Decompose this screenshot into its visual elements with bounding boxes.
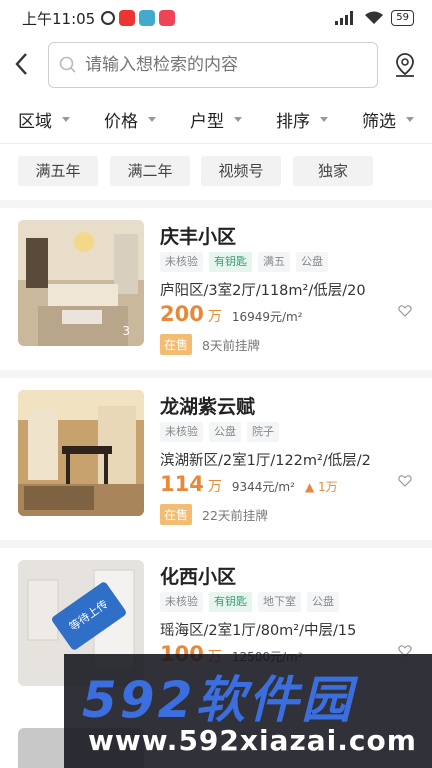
caret-down-icon — [148, 116, 156, 122]
cellular-signal-icon — [335, 11, 354, 25]
price-unit: 万 — [207, 309, 222, 325]
watermark-banner: 592软件园 www.592xiazai.com — [64, 654, 432, 768]
status-line: 在售 8天前挂牌 — [160, 334, 260, 355]
filter-more[interactable]: 筛选 — [362, 102, 414, 136]
status-bar: 上午11:05 59 — [0, 0, 432, 36]
divider — [0, 143, 432, 144]
chip-public: 公盘 — [307, 592, 339, 612]
listed-time: 22天前挂牌 — [202, 508, 268, 523]
search-box[interactable] — [48, 42, 378, 88]
listing-title: 龙湖紫云赋 — [160, 396, 256, 418]
watermark-url: www.592xiazai.com — [88, 724, 417, 757]
price-unit: 万 — [207, 479, 222, 495]
app-notification-icon — [139, 10, 156, 26]
filter-layout[interactable]: 户型 — [190, 102, 242, 136]
caret-down-icon — [320, 116, 328, 122]
caret-down-icon — [406, 116, 414, 122]
filter-label: 价格 — [104, 111, 138, 132]
listed-time: 8天前挂牌 — [202, 338, 260, 353]
total-price: 200 — [160, 302, 204, 326]
chip-unverified: 未核验 — [160, 422, 203, 442]
app-notification-icon — [159, 10, 176, 26]
listing-info: 瑶海区/2室1厅/80m²/中层/15 — [160, 623, 357, 639]
watermark-brand: 592软件园 — [82, 671, 355, 729]
filter-sort[interactable]: 排序 — [276, 102, 328, 136]
total-price: 114 — [160, 472, 204, 496]
filter-label: 区域 — [18, 111, 52, 132]
favorite-heart-icon[interactable] — [398, 304, 412, 318]
status-time: 上午11:05 — [22, 9, 96, 28]
unit-price: 16949元/m² — [231, 310, 303, 324]
app-notification-icon — [119, 10, 136, 26]
chip-five-years: 满五 — [258, 252, 290, 272]
search-input[interactable] — [85, 55, 355, 75]
back-icon[interactable] — [12, 50, 40, 80]
listing-chips: 未核验 公盘 院子 — [160, 422, 279, 442]
listing-info: 庐阳区/3室2厅/118m²/低层/20 — [160, 283, 366, 299]
unit-price: 9344元/m² — [231, 480, 295, 494]
listing-title: 庆丰小区 — [160, 226, 237, 248]
on-sale-badge: 在售 — [160, 334, 193, 355]
status-line: 在售 22天前挂牌 — [160, 504, 268, 525]
caret-down-icon — [62, 116, 70, 122]
filter-area[interactable]: 区域 — [18, 102, 70, 136]
chip-public: 公盘 — [296, 252, 328, 272]
section-separator — [0, 540, 432, 548]
filter-bar: 区域 价格 户型 排序 筛选 — [0, 102, 432, 136]
wifi-icon — [365, 11, 384, 24]
caret-down-icon — [234, 116, 242, 122]
tag-five-years[interactable]: 满五年 — [18, 156, 98, 186]
section-separator — [0, 200, 432, 208]
section-separator — [0, 370, 432, 378]
price-line: 114 万 9344元/m² ▲ 1万 — [160, 472, 338, 496]
chip-unverified: 未核验 — [160, 592, 203, 612]
search-header — [0, 40, 432, 90]
listing-info: 滨湖新区/2室1厅/122m²/低层/2 — [160, 453, 371, 469]
filter-label: 户型 — [190, 111, 224, 132]
tag-video[interactable]: 视频号 — [201, 156, 281, 186]
photo-count: 3 — [122, 324, 130, 338]
tag-exclusive[interactable]: 独家 — [293, 156, 373, 186]
listing-chips: 未核验 有钥匙 地下室 公盘 — [160, 592, 339, 612]
listing-card[interactable]: 龙湖紫云赋 未核验 公盘 院子 滨湖新区/2室1厅/122m²/低层/2 114… — [0, 378, 432, 546]
map-location-icon[interactable] — [392, 52, 418, 78]
price-line: 200 万 16949元/m² — [160, 302, 303, 326]
filter-price[interactable]: 价格 — [104, 102, 156, 136]
alarm-icon — [101, 11, 116, 25]
listing-card[interactable]: 3 庆丰小区 未核验 有钥匙 满五 公盘 庐阳区/3室2厅/118m²/低层/2… — [0, 208, 432, 376]
chip-unverified: 未核验 — [160, 252, 203, 272]
listing-chips: 未核验 有钥匙 满五 公盘 — [160, 252, 328, 272]
filter-label: 排序 — [276, 111, 310, 132]
listing-title: 化西小区 — [160, 566, 237, 588]
chip-has-key: 有钥匙 — [209, 592, 252, 612]
filter-label: 筛选 — [362, 111, 396, 132]
chip-basement: 地下室 — [258, 592, 301, 612]
search-icon — [59, 56, 76, 73]
battery-indicator: 59 — [391, 10, 414, 26]
price-change: ▲ 1万 — [304, 480, 338, 494]
on-sale-badge: 在售 — [160, 504, 193, 525]
chip-yard: 院子 — [247, 422, 279, 442]
quick-tag-row: 满五年 满二年 视频号 独家 — [0, 156, 432, 186]
tag-two-years[interactable]: 满二年 — [110, 156, 190, 186]
listing-photo: 3 — [18, 220, 144, 346]
chip-public: 公盘 — [209, 422, 241, 442]
favorite-heart-icon[interactable] — [398, 474, 412, 488]
chip-has-key: 有钥匙 — [209, 252, 252, 272]
listing-photo — [18, 390, 144, 516]
